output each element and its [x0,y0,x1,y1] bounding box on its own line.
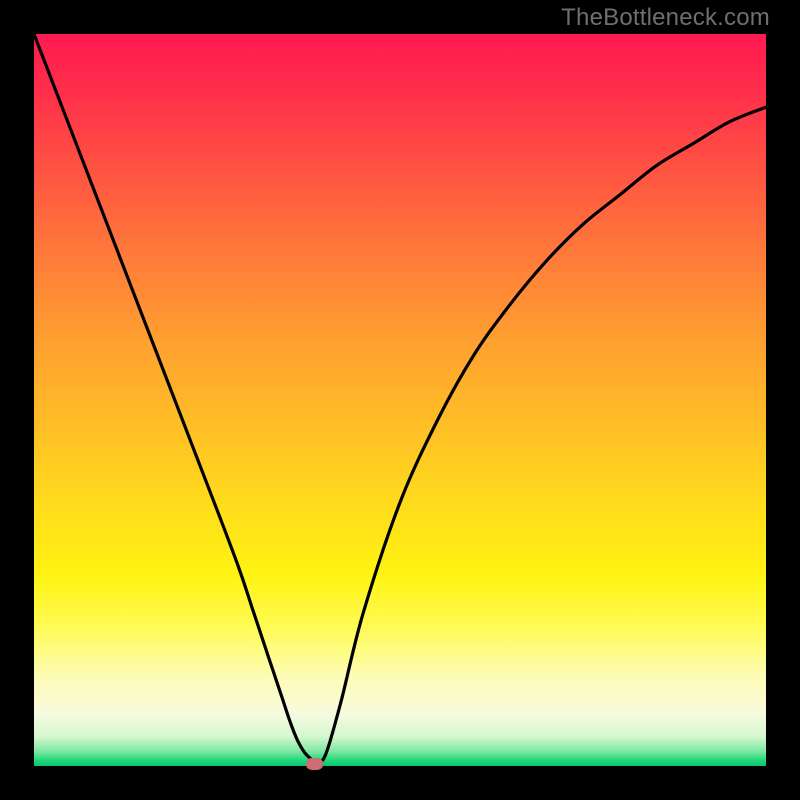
bottleneck-curve [34,34,766,766]
curve-path [34,34,766,764]
plot-area [34,34,766,766]
chart-frame: TheBottleneck.com [0,0,800,800]
watermark-text: TheBottleneck.com [561,4,770,32]
optimal-point-marker [306,758,323,770]
